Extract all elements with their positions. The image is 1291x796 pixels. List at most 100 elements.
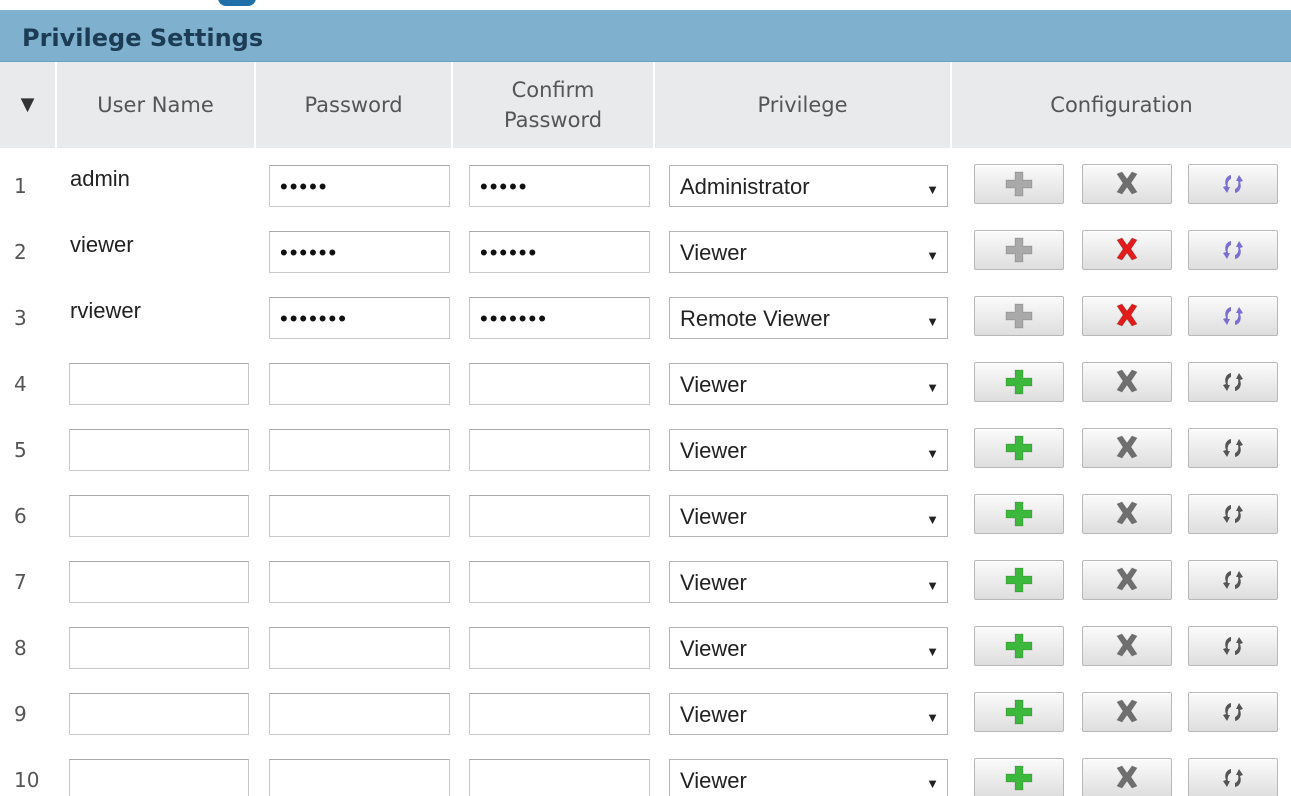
privilege-select[interactable]: Viewer ▼	[669, 231, 948, 273]
chevron-down-icon: ▼	[926, 776, 939, 791]
password-input[interactable]	[269, 693, 450, 735]
user-name-input[interactable]	[69, 429, 249, 471]
update-user-button[interactable]	[1188, 494, 1278, 534]
update-user-button[interactable]	[1188, 560, 1278, 600]
privilege-select[interactable]: Viewer ▼	[669, 363, 948, 405]
privilege-select[interactable]: Viewer ▼	[669, 759, 948, 796]
privilege-value: Viewer	[680, 702, 747, 727]
delete-user-button[interactable]	[1082, 494, 1172, 534]
table-row: 5 Viewer ▼	[0, 416, 1291, 482]
x-icon	[1112, 170, 1142, 198]
add-user-button[interactable]	[974, 692, 1064, 732]
delete-user-button[interactable]	[1082, 626, 1172, 666]
confirm-password-input[interactable]	[469, 561, 650, 603]
delete-user-button[interactable]	[1082, 296, 1172, 336]
password-input[interactable]	[269, 363, 450, 405]
x-icon	[1112, 764, 1142, 792]
update-user-button[interactable]	[1188, 164, 1278, 204]
x-icon	[1112, 500, 1142, 528]
table-row: 1 admin ••••• ••••• Administrator ▼	[0, 152, 1291, 218]
delete-user-button[interactable]	[1082, 164, 1172, 204]
add-user-button[interactable]	[974, 626, 1064, 666]
chevron-down-icon: ▼	[926, 710, 939, 725]
password-input[interactable]: •••••••	[269, 297, 450, 339]
confirm-password-input[interactable]: •••••••	[469, 297, 650, 339]
sort-toggle[interactable]: ▼	[0, 62, 55, 148]
user-name-input[interactable]	[69, 495, 249, 537]
confirm-password-input[interactable]	[469, 627, 650, 669]
privilege-select[interactable]: Viewer ▼	[669, 561, 948, 603]
title-fragment	[218, 0, 256, 6]
user-name-input[interactable]	[69, 759, 249, 796]
add-user-button[interactable]	[974, 362, 1064, 402]
privilege-select[interactable]: Viewer ▼	[669, 429, 948, 471]
privilege-select[interactable]: Viewer ▼	[669, 693, 948, 735]
chevron-down-icon: ▼	[926, 512, 939, 527]
password-input[interactable]	[269, 627, 450, 669]
update-user-button[interactable]	[1188, 626, 1278, 666]
delete-user-button[interactable]	[1082, 758, 1172, 796]
confirm-password-input[interactable]	[469, 363, 650, 405]
add-user-button[interactable]	[974, 494, 1064, 534]
add-user-button[interactable]	[974, 296, 1064, 336]
privilege-select[interactable]: Viewer ▼	[669, 495, 948, 537]
confirm-password-input[interactable]: •••••	[469, 165, 650, 207]
update-user-button[interactable]	[1188, 296, 1278, 336]
table-row: 6 Viewer ▼	[0, 482, 1291, 548]
password-input[interactable]	[269, 561, 450, 603]
column-header-configuration-label: Configuration	[1050, 93, 1193, 117]
refresh-icon	[1218, 698, 1248, 726]
privilege-value: Viewer	[680, 372, 747, 397]
column-header-password-label: Password	[304, 93, 403, 117]
row-number: 4	[14, 372, 27, 396]
privilege-select[interactable]: Viewer ▼	[669, 627, 948, 669]
plus-icon	[1004, 368, 1034, 396]
x-icon	[1112, 236, 1142, 264]
confirm-password-input[interactable]	[469, 693, 650, 735]
x-icon	[1112, 698, 1142, 726]
confirm-password-input[interactable]	[469, 759, 650, 796]
update-user-button[interactable]	[1188, 692, 1278, 732]
confirm-password-input[interactable]: ••••••	[469, 231, 650, 273]
add-user-button[interactable]	[974, 560, 1064, 600]
update-user-button[interactable]	[1188, 758, 1278, 796]
add-user-button[interactable]	[974, 230, 1064, 270]
update-user-button[interactable]	[1188, 230, 1278, 270]
password-input[interactable]: •••••	[269, 165, 450, 207]
update-user-button[interactable]	[1188, 362, 1278, 402]
delete-user-button[interactable]	[1082, 428, 1172, 468]
delete-user-button[interactable]	[1082, 692, 1172, 732]
password-input[interactable]	[269, 759, 450, 796]
user-name-input[interactable]	[69, 693, 249, 735]
chevron-down-icon: ▼	[926, 446, 939, 461]
plus-icon	[1004, 500, 1034, 528]
row-number: 8	[14, 636, 27, 660]
confirm-password-input[interactable]	[469, 495, 650, 537]
add-user-button[interactable]	[974, 758, 1064, 796]
delete-user-button[interactable]	[1082, 230, 1172, 270]
row-number: 2	[14, 240, 27, 264]
password-input[interactable]	[269, 429, 450, 471]
privilege-value: Viewer	[680, 240, 747, 265]
column-header-configuration: Configuration	[952, 62, 1291, 148]
user-name-input[interactable]	[69, 561, 249, 603]
add-user-button[interactable]	[974, 164, 1064, 204]
password-input[interactable]	[269, 495, 450, 537]
add-user-button[interactable]	[974, 428, 1064, 468]
user-name-input[interactable]	[69, 627, 249, 669]
column-header-password: Password	[256, 62, 451, 148]
refresh-icon	[1218, 434, 1248, 462]
table-row: 8 Viewer ▼	[0, 614, 1291, 680]
chevron-down-icon: ▼	[926, 248, 939, 263]
privilege-select[interactable]: Administrator ▼	[669, 165, 948, 207]
user-name-input[interactable]	[69, 363, 249, 405]
delete-user-button[interactable]	[1082, 560, 1172, 600]
password-input[interactable]: ••••••	[269, 231, 450, 273]
update-user-button[interactable]	[1188, 428, 1278, 468]
refresh-icon	[1218, 764, 1248, 792]
confirm-password-input[interactable]	[469, 429, 650, 471]
refresh-icon	[1218, 566, 1248, 594]
table-row: 2 viewer •••••• •••••• Viewer ▼	[0, 218, 1291, 284]
delete-user-button[interactable]	[1082, 362, 1172, 402]
privilege-select[interactable]: Remote Viewer ▼	[669, 297, 948, 339]
